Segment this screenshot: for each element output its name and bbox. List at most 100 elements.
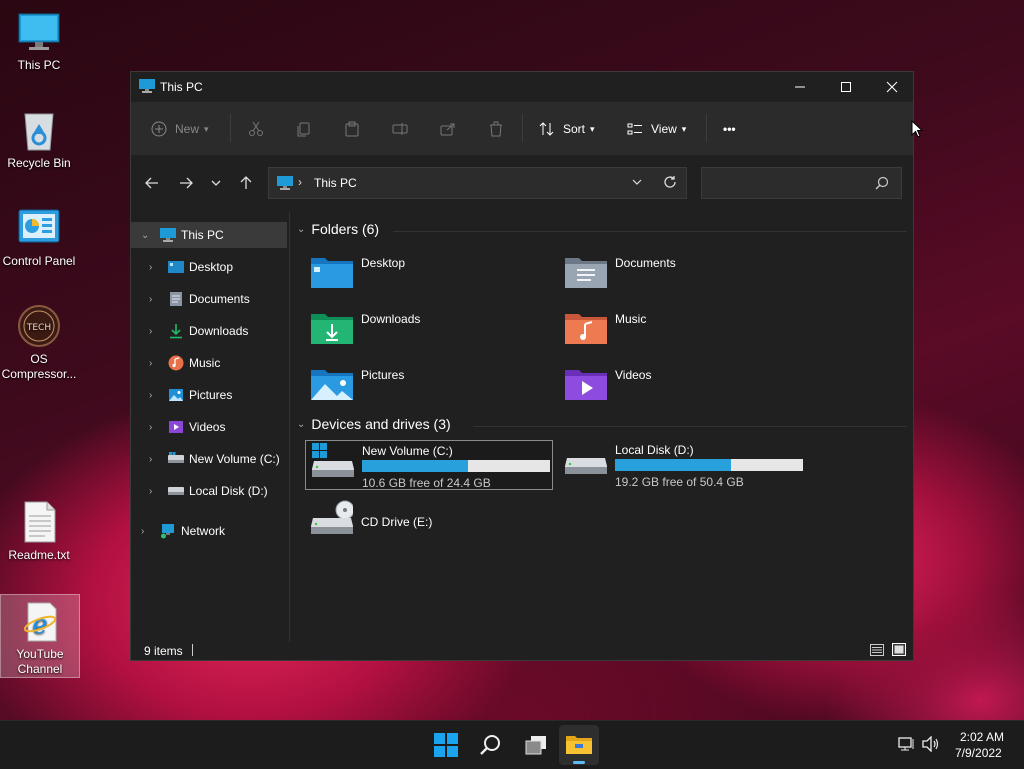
paste-button[interactable]: [344, 118, 360, 140]
back-button[interactable]: [144, 175, 160, 195]
window-title: This PC: [160, 80, 203, 94]
delete-button[interactable]: [488, 118, 504, 140]
sidebar-item-pictures[interactable]: › Pictures: [131, 382, 287, 408]
folder-tile-downloads[interactable]: Downloads: [305, 304, 555, 350]
view-label: View: [651, 122, 677, 136]
chevron-down-icon[interactable]: ⌄: [141, 230, 149, 241]
sort-icon: [539, 122, 554, 136]
tiles-view-button[interactable]: [892, 643, 906, 659]
folder-label: Music: [615, 312, 647, 326]
sidebar-item-new-volume-c[interactable]: › New Volume (C:): [131, 446, 287, 472]
folders-group-header[interactable]: ⌄ Folders (6): [297, 221, 907, 237]
chevron-right-icon[interactable]: ›: [149, 422, 152, 433]
drive-tile-d[interactable]: Local Disk (D:) 19.2 GB free of 50.4 GB: [559, 440, 807, 490]
drives-group-header[interactable]: ⌄ Devices and drives (3): [297, 416, 907, 432]
tiles-view-icon: [892, 643, 906, 656]
up-button[interactable]: [238, 175, 254, 195]
chevron-right-icon[interactable]: ›: [149, 326, 152, 337]
search-box[interactable]: [701, 167, 902, 199]
desktop-icon-label: Readme.txt: [8, 548, 70, 562]
recycle-bin-icon: [17, 108, 61, 152]
desktop-icon-youtube-channel[interactable]: e YouTube Channel: [0, 594, 80, 678]
chevron-right-icon[interactable]: ›: [149, 262, 152, 273]
title-bar[interactable]: This PC: [131, 72, 913, 102]
view-icon: [627, 123, 642, 135]
more-options-button[interactable]: •••: [723, 118, 736, 140]
desktop-icon-this-pc[interactable]: This PC: [0, 6, 78, 73]
sidebar-item-label: Downloads: [189, 324, 249, 338]
desktop-icon-readme[interactable]: Readme.txt: [0, 496, 78, 563]
arrow-left-icon: [145, 177, 158, 189]
close-button[interactable]: [869, 72, 915, 102]
drive-usage-bar: [615, 459, 803, 471]
sidebar-item-downloads[interactable]: › Downloads: [131, 318, 287, 344]
desktop-icon-os-compressor[interactable]: TECH OS Compressor...: [0, 300, 78, 382]
sidebar-item-videos[interactable]: › Videos: [131, 414, 287, 440]
sidebar-item-label: Documents: [189, 292, 250, 306]
volume-tray-icon[interactable]: [922, 735, 940, 755]
folder-tile-pictures[interactable]: Pictures: [305, 360, 555, 406]
cut-button[interactable]: [248, 118, 264, 140]
chevron-right-icon[interactable]: ›: [149, 486, 152, 497]
chevron-down-icon: ▾: [681, 123, 687, 134]
chevron-down-icon: ⌄: [297, 223, 306, 235]
chevron-right-icon[interactable]: ›: [149, 454, 152, 465]
minimize-button[interactable]: [777, 72, 823, 102]
folder-tile-videos[interactable]: Videos: [559, 360, 809, 406]
folder-tile-desktop[interactable]: Desktop: [305, 248, 555, 294]
sidebar-item-label: Desktop: [189, 260, 234, 274]
sidebar-item-label: Network: [181, 524, 226, 538]
rename-button[interactable]: [392, 118, 408, 140]
refresh-button[interactable]: [663, 175, 677, 192]
file-explorer-taskbar-button[interactable]: [559, 725, 599, 765]
sort-button[interactable]: Sort ▾: [539, 118, 595, 140]
sidebar-item-network[interactable]: › Network: [131, 518, 287, 544]
chevron-right-icon[interactable]: ›: [141, 526, 144, 537]
desktop-icon-label: This PC: [17, 58, 61, 72]
sidebar-item-desktop[interactable]: › Desktop: [131, 254, 287, 280]
address-bar[interactable]: › This PC: [268, 167, 687, 199]
sidebar-item-local-disk-d[interactable]: › Local Disk (D:): [131, 478, 287, 504]
start-button[interactable]: [434, 733, 458, 760]
details-view-button[interactable]: [870, 644, 884, 659]
desktop-icon-control-panel[interactable]: Control Panel: [0, 202, 78, 269]
arrow-up-icon: [240, 176, 252, 189]
chevron-right-icon[interactable]: ›: [149, 294, 152, 305]
chevron-right-icon[interactable]: ›: [149, 390, 152, 401]
task-view-button[interactable]: [524, 734, 548, 759]
new-button[interactable]: New ▾: [151, 118, 209, 140]
clock-time[interactable]: 2:02 AM: [960, 730, 1004, 744]
text-file-icon: [17, 500, 61, 544]
breadcrumb-this-pc[interactable]: This PC: [314, 176, 357, 190]
desktop-icon-recycle-bin[interactable]: Recycle Bin: [0, 104, 78, 171]
sidebar-item-documents[interactable]: › Documents: [131, 286, 287, 312]
folder-label: Pictures: [361, 368, 405, 382]
forward-button[interactable]: [178, 175, 194, 195]
drive-tile-e[interactable]: CD Drive (E:): [305, 498, 553, 548]
desktop-folder-icon: [311, 254, 353, 288]
sidebar-item-this-pc[interactable]: ⌄ This PC: [131, 222, 287, 248]
sidebar-item-music[interactable]: › Music: [131, 350, 287, 376]
view-button[interactable]: View ▾: [627, 118, 686, 140]
network-icon: [160, 523, 176, 539]
drive-usage-bar: [362, 460, 550, 472]
folder-tile-music[interactable]: Music: [559, 304, 809, 350]
copy-button[interactable]: [296, 118, 312, 140]
recent-locations-button[interactable]: [209, 175, 223, 195]
more-icon: •••: [723, 122, 736, 136]
chevron-right-icon[interactable]: ›: [149, 358, 152, 369]
videos-folder-icon: [565, 366, 607, 400]
desktop-icon-label: Control Panel: [2, 254, 76, 268]
svg-text:e: e: [32, 610, 47, 640]
folder-tile-documents[interactable]: Documents: [559, 248, 809, 294]
music-icon: [168, 355, 184, 371]
documents-icon: [168, 291, 184, 306]
navigation-pane: ⌄ This PC › Desktop › Documents › Downlo…: [131, 212, 290, 642]
share-button[interactable]: [440, 118, 456, 140]
clock-date[interactable]: 7/9/2022: [955, 746, 1002, 760]
search-button[interactable]: [479, 733, 503, 760]
maximize-button[interactable]: [823, 72, 869, 102]
address-history-button[interactable]: [631, 176, 643, 191]
network-tray-icon[interactable]: [898, 736, 916, 755]
drive-tile-c[interactable]: New Volume (C:) 10.6 GB free of 24.4 GB: [305, 440, 553, 490]
